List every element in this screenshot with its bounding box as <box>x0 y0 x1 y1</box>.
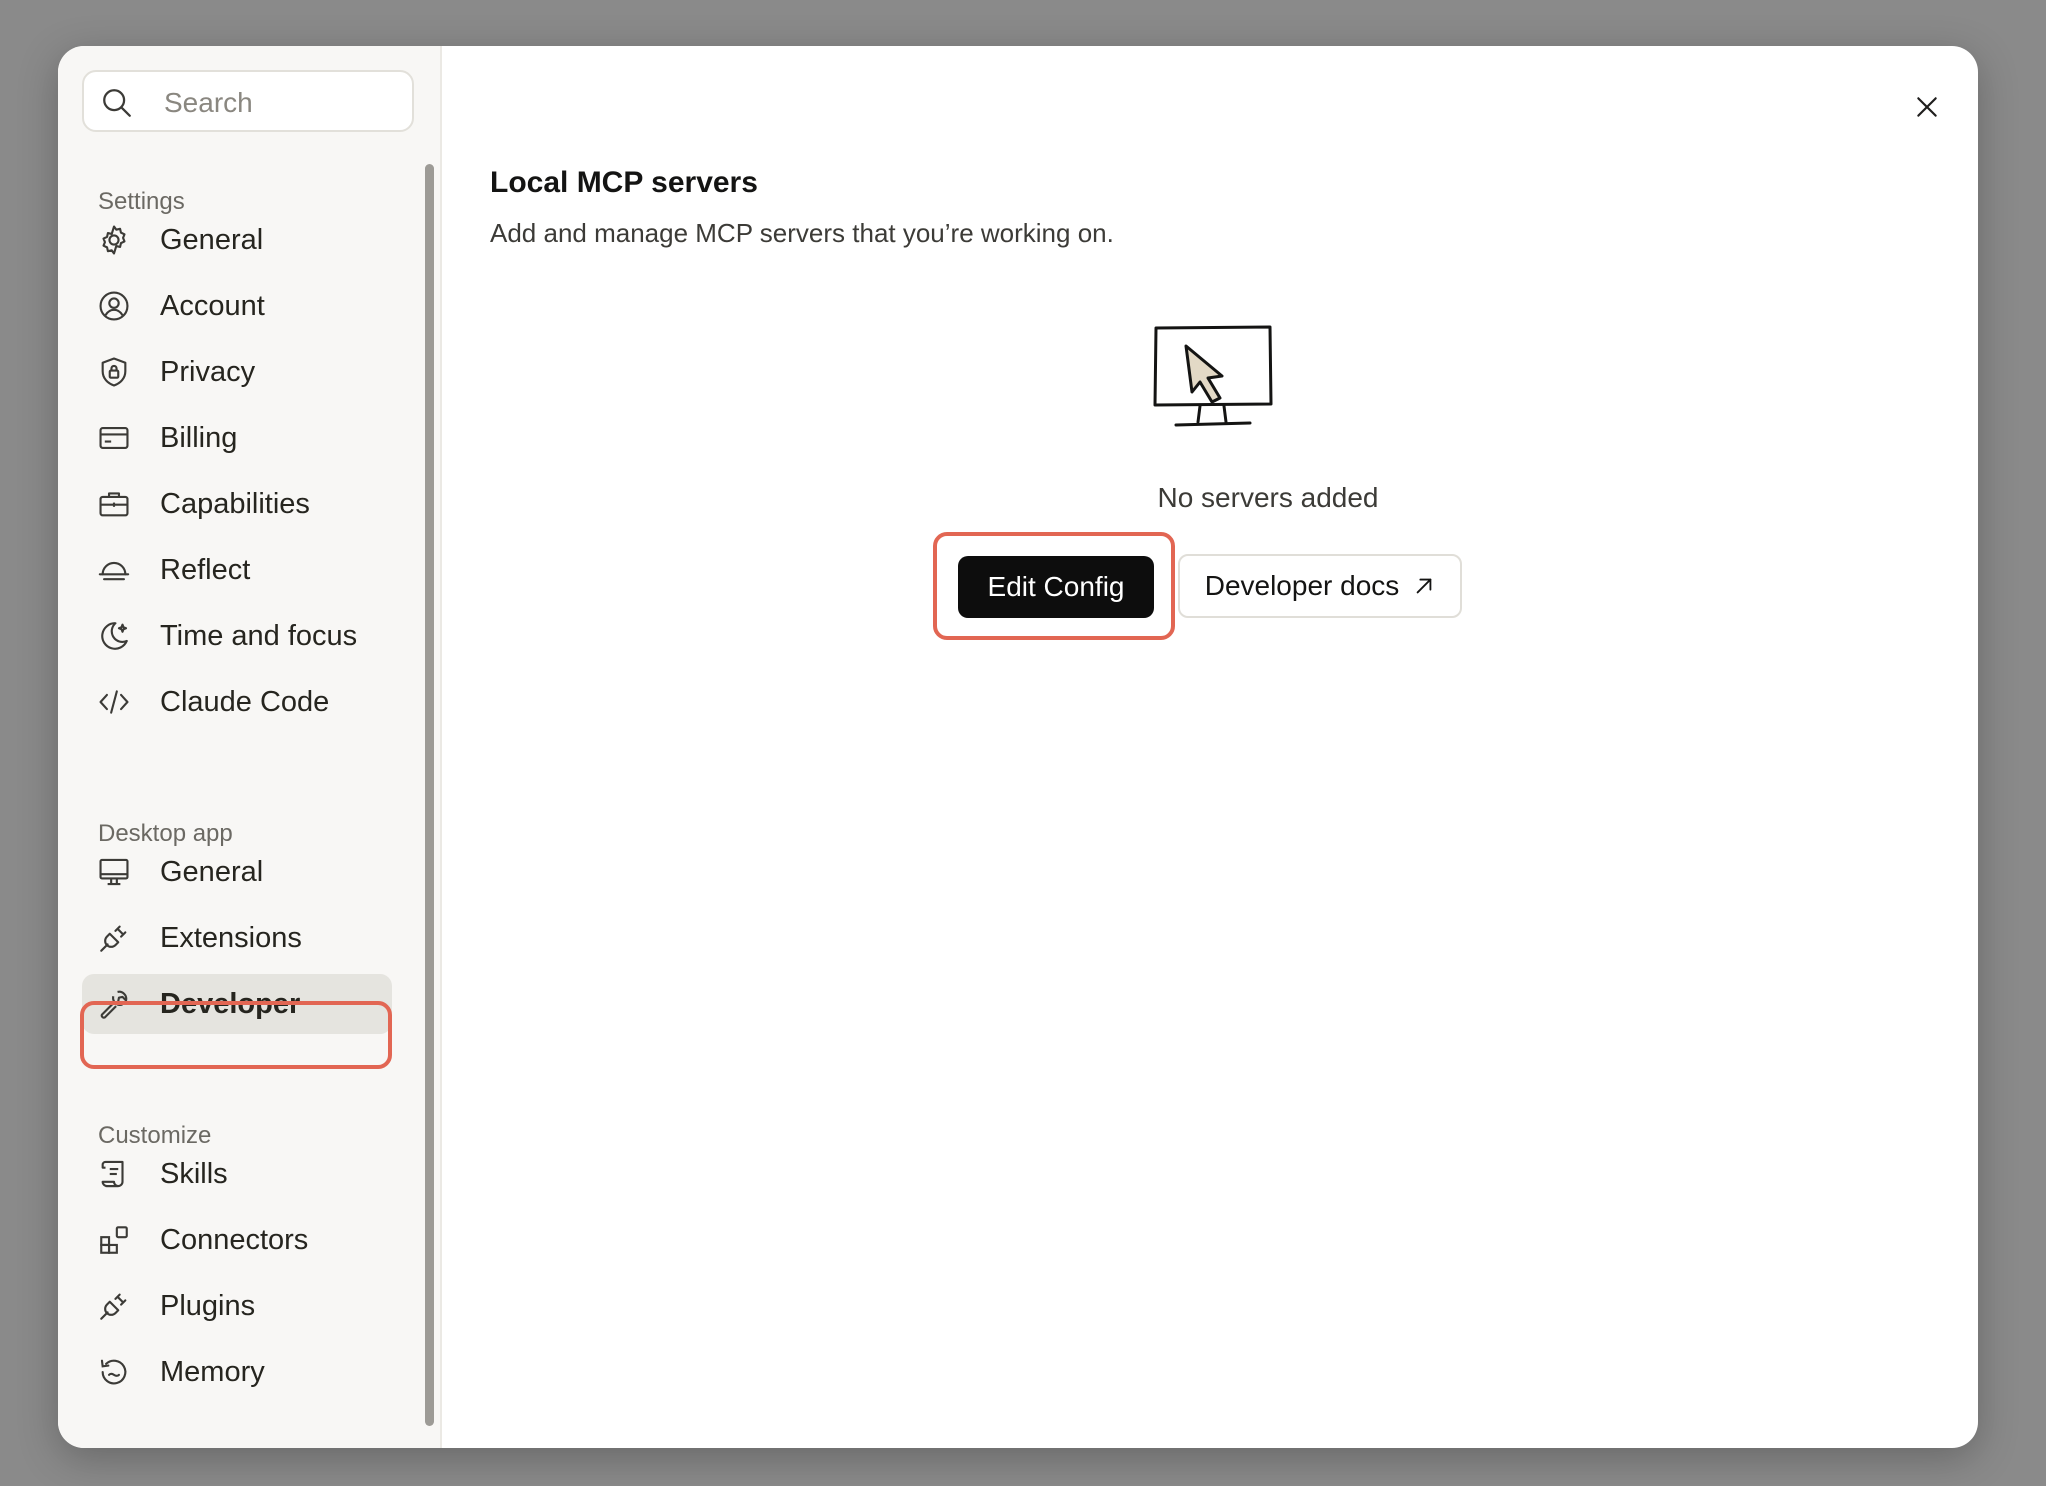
settings-sidebar: Settings General Account <box>58 46 442 1448</box>
user-circle-icon <box>96 288 132 324</box>
sidebar-item-label: Skills <box>160 1157 228 1190</box>
sidebar-item-label: Connectors <box>160 1223 309 1256</box>
sidebar-item-plugins[interactable]: Plugins <box>82 1276 392 1336</box>
sidebar-item-label: Time and focus <box>160 619 358 652</box>
sidebar-item-claude-code[interactable]: Claude Code <box>82 672 392 732</box>
sidebar-item-billing[interactable]: Billing <box>82 408 392 468</box>
search-input[interactable] <box>162 82 406 124</box>
page-subtitle: Add and manage MCP servers that you’re w… <box>490 218 1114 248</box>
close-icon <box>1917 97 1937 117</box>
sidebar-item-label: Privacy <box>160 355 256 388</box>
credit-card-icon <box>96 420 132 456</box>
sunset-icon <box>96 552 132 588</box>
briefcase-icon <box>96 486 132 522</box>
sidebar-item-reflect[interactable]: Reflect <box>82 540 392 600</box>
search-icon <box>103 89 131 117</box>
sidebar-item-label: Extensions <box>160 921 302 954</box>
sidebar-item-label: General <box>160 223 264 256</box>
sidebar-item-label: Claude Code <box>160 685 330 718</box>
sidebar-scrollbar[interactable] <box>425 164 434 1426</box>
sidebar-item-memory[interactable]: Memory <box>82 1342 392 1402</box>
plug-icon <box>96 1288 132 1324</box>
scroll-icon <box>96 1156 132 1192</box>
shield-lock-icon <box>96 354 132 390</box>
sidebar-item-label: Memory <box>160 1355 265 1388</box>
sidebar-item-account[interactable]: Account <box>82 276 392 336</box>
gear-icon <box>96 222 132 258</box>
search-box[interactable] <box>82 70 414 132</box>
sidebar-item-label: Account <box>160 289 265 322</box>
sidebar-item-label: Capabilities <box>160 487 310 520</box>
sidebar-item-time-and-focus[interactable]: Time and focus <box>82 606 392 666</box>
monitor-icon <box>96 854 132 890</box>
computer-cursor-illustration-icon <box>1153 325 1273 427</box>
arrow-up-right-icon <box>1416 578 1432 594</box>
sidebar-item-general[interactable]: General <box>82 210 392 270</box>
sidebar-item-label: Billing <box>160 421 238 454</box>
developer-docs-label: Developer docs <box>1204 570 1400 601</box>
empty-state-text: No servers added <box>1157 482 1379 513</box>
sidebar-item-label: Reflect <box>160 553 251 586</box>
plug-icon <box>96 920 132 956</box>
settings-dialog: Settings General Account <box>58 46 1978 1448</box>
edit-config-button[interactable]: Edit Config <box>958 556 1154 618</box>
sidebar-item-label: Developer <box>160 987 301 1020</box>
sidebar-item-label: General <box>160 855 264 888</box>
sidebar-item-skills[interactable]: Skills <box>82 1144 392 1204</box>
grid-plus-icon <box>96 1222 132 1258</box>
page-title: Local MCP servers <box>490 166 758 199</box>
sidebar-item-developer[interactable]: Developer <box>82 974 392 1034</box>
sidebar-item-desktop-general[interactable]: General <box>82 842 392 902</box>
moon-star-icon <box>96 618 132 654</box>
history-icon <box>96 1354 132 1390</box>
sidebar-item-capabilities[interactable]: Capabilities <box>82 474 392 534</box>
code-icon <box>96 684 132 720</box>
sidebar-item-privacy[interactable]: Privacy <box>82 342 392 402</box>
developer-docs-button[interactable]: Developer docs <box>1178 554 1462 618</box>
sidebar-item-connectors[interactable]: Connectors <box>82 1210 392 1270</box>
sidebar-item-label: Plugins <box>160 1289 256 1322</box>
close-button[interactable] <box>1904 84 1950 130</box>
sidebar-item-extensions[interactable]: Extensions <box>82 908 392 968</box>
wrench-icon <box>96 986 132 1022</box>
